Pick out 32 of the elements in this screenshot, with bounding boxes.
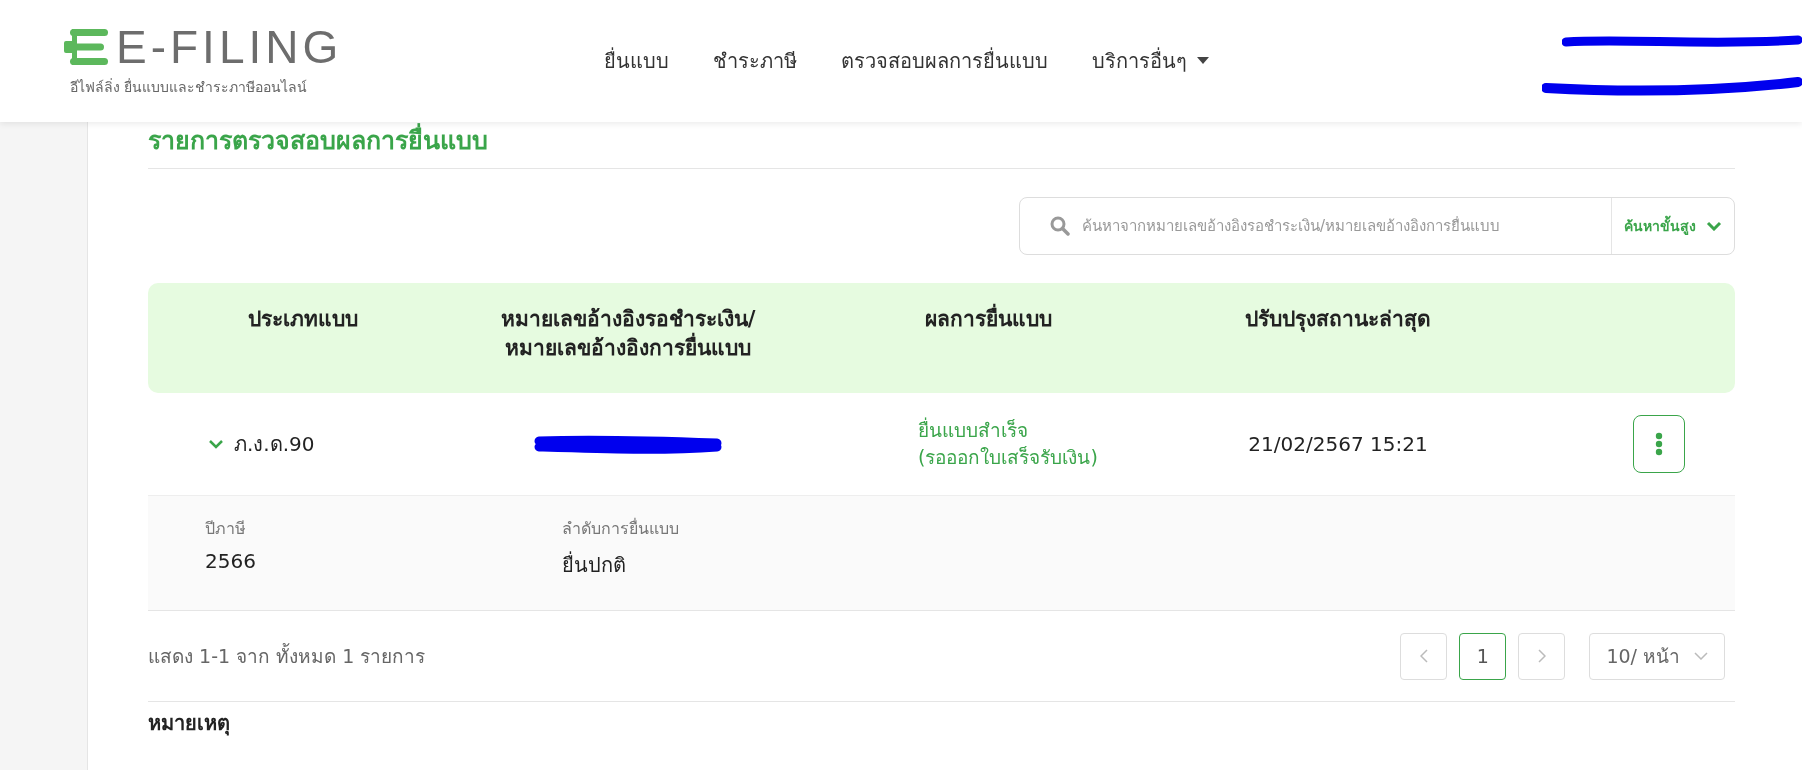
caret-icon [1197, 57, 1209, 65]
more-button[interactable] [1633, 415, 1685, 473]
detail-label: ปีภาษี [205, 518, 246, 540]
nav-link[interactable]: บริการอื่นๆ [1092, 45, 1209, 77]
detail-value: ยื่นปกติ [562, 550, 626, 579]
column-header: ผลการยื่นแบบ [924, 305, 1052, 335]
logo-mark-icon [64, 27, 110, 67]
table-cell: 21/02/2567 15:21 [1248, 432, 1428, 456]
search-icon [1050, 216, 1070, 236]
column-header: ประเภทแบบ [248, 306, 358, 333]
detail-label: ลำดับการยื่นแบบ [562, 517, 679, 540]
nav-link[interactable]: ชำระภาษี [713, 45, 797, 77]
chevron-left-icon [1419, 649, 1428, 663]
page-size-select[interactable]: 10/ หน้า [1589, 632, 1725, 680]
logo-wordmark: E-FILING [116, 24, 343, 70]
page-title: รายการตรวจสอบผลการยื่นแบบ [148, 122, 1735, 169]
detail-value: 2566 [205, 549, 256, 573]
chevron-down-icon [1694, 652, 1708, 660]
pagination-summary: แสดง 1-1 จาก ทั้งหมด 1 รายการ [148, 642, 426, 669]
column-header: ปรับปรุงสถานะล่าสุด [1245, 306, 1431, 334]
nav-link[interactable]: ตรวจสอบผลการยื่นแบบ [841, 45, 1048, 77]
chevron-right-icon [1537, 649, 1546, 663]
chevron-down-icon[interactable] [208, 439, 224, 449]
logo-tagline: อีไฟล์ลิ่ง ยื่นแบบและชำระภาษีออนไลน์ [70, 77, 309, 97]
section-heading: หมายเหตุ [148, 710, 231, 736]
table-cell-text: ภ.ง.ด.90 [234, 431, 315, 458]
more-vertical-icon [1655, 432, 1663, 456]
chevron-down-icon [1706, 221, 1722, 231]
page-button[interactable]: 1 [1459, 632, 1507, 680]
column-header: หมายเลขอ้างอิงรอชำระเงิน/ หมายเลขอ้างอิงการยื่นแบบ [500, 306, 756, 363]
nav-link[interactable]: ยื่นแบบ [604, 45, 669, 77]
status-text: ยื่นแบบสำเร็จ (รอออกใบเสร็จรับเงิน) [918, 417, 1098, 470]
